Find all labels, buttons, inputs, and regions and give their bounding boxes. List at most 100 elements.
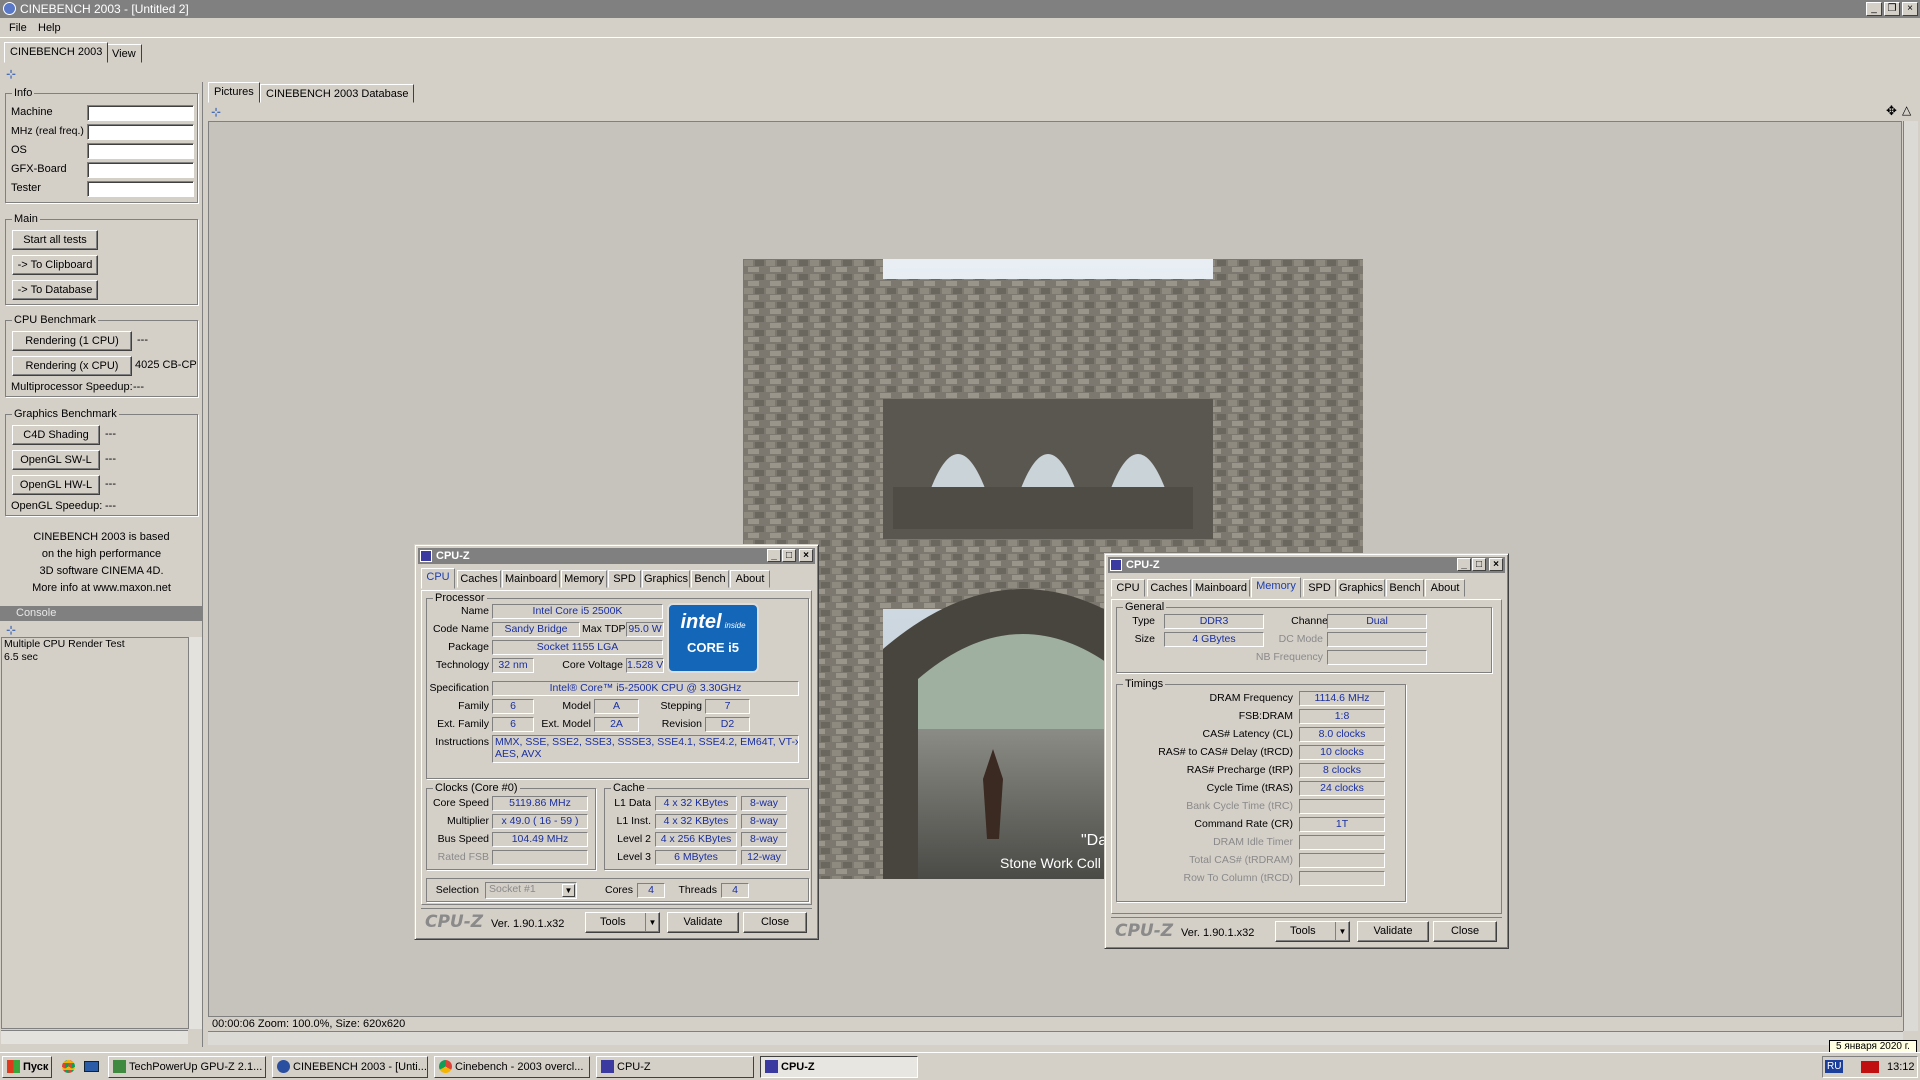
- cpuz2-close-icon[interactable]: ×: [1489, 558, 1503, 571]
- to-clipboard-button[interactable]: -> To Clipboard: [12, 255, 98, 275]
- cpuz1-tab-caches[interactable]: Caches: [457, 570, 501, 588]
- cpuz1-tab-bench[interactable]: Bench: [691, 570, 729, 588]
- minimize-icon[interactable]: _: [1866, 2, 1882, 16]
- about-text: CINEBENCH 2003 is based on the high perf…: [5, 529, 198, 597]
- viewport-vscrollbar[interactable]: [1903, 121, 1918, 1031]
- l1-data-assoc: 8-way: [741, 796, 787, 811]
- pin-icon[interactable]: ⊹: [6, 67, 16, 81]
- tab-database[interactable]: CINEBENCH 2003 Database: [260, 84, 415, 103]
- cpuz1-close-button[interactable]: Close: [743, 912, 807, 933]
- timing-value: [1299, 853, 1385, 868]
- taskbar-cpuz-2[interactable]: CPU-Z: [760, 1056, 918, 1078]
- cpuz1-tab-about[interactable]: About: [730, 570, 770, 588]
- start-button[interactable]: Пуск: [2, 1056, 52, 1078]
- general-group: General Type DDR3 Channel # Dual Size 4 …: [1116, 601, 1492, 673]
- ext-model-value: 2A: [594, 717, 639, 732]
- status-text: 00:00:06 Zoom: 100.0%, Size: 620x620: [212, 1018, 406, 1030]
- chrome-quicklaunch-icon[interactable]: [62, 1060, 75, 1073]
- cpuz1-tools-label: Tools: [600, 916, 626, 928]
- cpuz1-tab-cpu[interactable]: CPU: [421, 568, 455, 589]
- cpuz-window-cpu[interactable]: CPU-Z _ □ × CPU Caches Mainboard Memory …: [414, 544, 819, 940]
- c4d-shading-button[interactable]: C4D Shading: [12, 425, 100, 445]
- l2-value: 4 x 256 KBytes: [655, 832, 737, 847]
- console-pin-icon[interactable]: ⊹: [6, 623, 16, 637]
- tester-field[interactable]: [87, 181, 194, 197]
- cpuz1-tab-memory[interactable]: Memory: [561, 570, 607, 588]
- machine-field[interactable]: [87, 105, 194, 121]
- cpuz2-tab-cpu[interactable]: CPU: [1111, 579, 1145, 597]
- cpuz2-tab-memory[interactable]: Memory: [1251, 577, 1301, 598]
- menu-help[interactable]: Help: [38, 22, 61, 34]
- technology-label: Technology: [435, 659, 489, 671]
- taskbar-chrome[interactable]: Cinebench - 2003 overcl...: [434, 1056, 590, 1078]
- cpuz2-title-bar[interactable]: CPU-Z _ □ ×: [1108, 557, 1505, 573]
- cpuz1-title-bar[interactable]: CPU-Z _ □ ×: [418, 548, 815, 564]
- gfx-field[interactable]: [87, 162, 194, 178]
- tab-pictures[interactable]: Pictures: [208, 82, 260, 103]
- chevron-down-icon: ▼: [562, 884, 575, 897]
- info-group: Info Machine MHz (real freq.) OS GFX-Boa…: [5, 87, 198, 203]
- c4d-shading-result: ---: [105, 428, 116, 440]
- threads-value: 4: [721, 883, 749, 898]
- move-icon[interactable]: ✥: [1886, 103, 1897, 119]
- start-all-tests-button[interactable]: Start all tests: [12, 230, 98, 250]
- cpuz2-close-button[interactable]: Close: [1433, 921, 1497, 942]
- cpuz1-tools-button[interactable]: Tools ▼: [585, 912, 660, 933]
- stepping-label: Stepping: [660, 700, 702, 712]
- viewport-hscrollbar[interactable]: [208, 1031, 1903, 1045]
- opengl-hw-button[interactable]: OpenGL HW-L: [12, 475, 100, 495]
- cpuz1-tab-mainboard[interactable]: Mainboard: [502, 570, 560, 588]
- multiplier-value: x 49.0 ( 16 - 59 ): [492, 814, 588, 829]
- rendering-xcpu-button[interactable]: Rendering (x CPU): [12, 356, 132, 376]
- cpuz1-validate-button[interactable]: Validate: [667, 912, 739, 933]
- cpuz-window-memory[interactable]: CPU-Z _ □ × CPU Caches Mainboard Memory …: [1104, 553, 1509, 949]
- cpuz2-tab-mainboard[interactable]: Mainboard: [1192, 579, 1250, 597]
- instructions-value: MMX, SSE, SSE2, SSE3, SSSE3, SSE4.1, SSE…: [492, 735, 799, 763]
- timing-value: 8.0 clocks: [1299, 727, 1385, 742]
- console-vscrollbar[interactable]: [188, 637, 202, 1029]
- opengl-sw-button[interactable]: OpenGL SW-L: [12, 450, 100, 470]
- cpuz-app-icon: [420, 550, 432, 562]
- cpuz1-minimize-icon[interactable]: _: [767, 549, 781, 562]
- cpuz2-tab-spd[interactable]: SPD: [1303, 579, 1336, 597]
- cpuz1-close-icon[interactable]: ×: [799, 549, 813, 562]
- cpuz2-maximize-icon[interactable]: □: [1472, 558, 1486, 571]
- menu-file[interactable]: File: [9, 22, 27, 34]
- intel-logo-inside: inside: [724, 621, 746, 630]
- taskbar-cinebench[interactable]: CINEBENCH 2003 - [Unti...: [272, 1056, 428, 1078]
- tab-view[interactable]: View: [106, 44, 142, 63]
- selection-group: Selection Socket #1 ▼ Cores 4 Threads 4: [426, 878, 809, 902]
- language-indicator[interactable]: RU: [1825, 1060, 1844, 1073]
- cpuz2-validate-button[interactable]: Validate: [1357, 921, 1429, 942]
- cpuz2-minimize-icon[interactable]: _: [1457, 558, 1471, 571]
- desktop-quicklaunch-icon[interactable]: [84, 1061, 99, 1072]
- cpuz1-tab-graphics[interactable]: Graphics: [642, 570, 690, 588]
- rendering-1cpu-button[interactable]: Rendering (1 CPU): [12, 331, 132, 351]
- cpuz2-tab-about[interactable]: About: [1425, 579, 1465, 597]
- timing-label: Command Rate (CR): [1194, 818, 1293, 830]
- to-database-button[interactable]: -> To Database: [12, 280, 98, 300]
- cpuz1-maximize-icon[interactable]: □: [782, 549, 796, 562]
- pictures-pin-icon[interactable]: ⊹: [211, 105, 221, 119]
- warning-icon[interactable]: △: [1902, 103, 1911, 117]
- selection-dropdown[interactable]: Socket #1 ▼: [485, 882, 577, 899]
- amd-tray-icon[interactable]: [1861, 1061, 1879, 1073]
- console-hscrollbar[interactable]: [1, 1030, 188, 1044]
- clocks-group: Clocks (Core #0) Core Speed 5119.86 MHz …: [426, 782, 596, 870]
- cpuz2-tab-graphics[interactable]: Graphics: [1337, 579, 1385, 597]
- taskbar-gpuz[interactable]: TechPowerUp GPU-Z 2.1...: [108, 1056, 266, 1078]
- cpuz2-tab-caches[interactable]: Caches: [1147, 579, 1191, 597]
- restore-icon[interactable]: ❐: [1884, 2, 1900, 16]
- general-title: General: [1123, 601, 1167, 613]
- cpuz2-tab-bench[interactable]: Bench: [1386, 579, 1424, 597]
- tester-label: Tester: [11, 182, 41, 194]
- mhz-field[interactable]: [87, 124, 194, 140]
- tab-cinebench[interactable]: CINEBENCH 2003: [4, 42, 109, 63]
- close-icon[interactable]: ×: [1902, 2, 1918, 16]
- cpuz1-tab-spd[interactable]: SPD: [608, 570, 641, 588]
- cpuz2-tools-button[interactable]: Tools ▼: [1275, 921, 1350, 942]
- os-field[interactable]: [87, 143, 194, 159]
- cpuz2-panel: General Type DDR3 Channel # Dual Size 4 …: [1111, 599, 1502, 914]
- taskbar-cpuz-1[interactable]: CPU-Z: [596, 1056, 754, 1078]
- app-title-bar[interactable]: CINEBENCH 2003 - [Untitled 2] _ ❐ ×: [0, 0, 1920, 18]
